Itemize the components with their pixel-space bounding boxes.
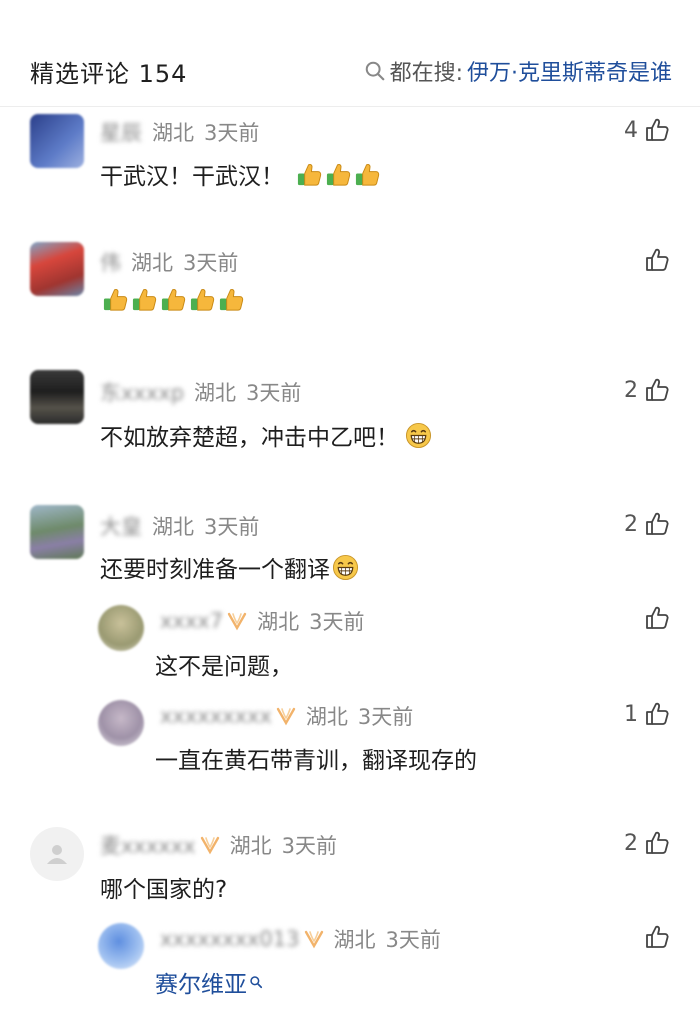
timestamp: 3天前 <box>183 251 239 275</box>
like-button[interactable]: 2 <box>624 377 670 403</box>
location: 湖北 <box>152 121 194 145</box>
username[interactable]: 星辰 <box>100 117 142 147</box>
thumbs-up-icon <box>644 377 670 403</box>
thumbs-up-icon <box>644 247 670 273</box>
thumbs-up-icon <box>644 511 670 537</box>
location: 湖北 <box>152 515 194 539</box>
comments-header: 精选评论 154 都在搜: 伊万·克里斯蒂奇是谁 <box>0 0 700 107</box>
vip-badge-icon <box>276 706 296 726</box>
thumbs-up-emoji-icon <box>325 161 352 188</box>
avatar[interactable] <box>30 827 84 881</box>
thumbs-up-emoji-icon <box>296 161 323 188</box>
timestamp: 3天前 <box>309 610 365 634</box>
comment-text: 还要时刻准备一个翻译 <box>100 557 330 583</box>
comment-item: 星辰 湖北 3天前 4 干武汉！干武汉！ <box>0 112 700 222</box>
thumbs-up-emoji-icon <box>102 286 129 313</box>
thumbs-up-icon <box>644 701 670 727</box>
vip-badge-icon <box>227 611 247 631</box>
thumbs-up-emoji-icon <box>354 161 381 188</box>
search-icon <box>365 61 384 81</box>
username[interactable]: xxxx7 <box>160 609 223 633</box>
thumbs-up-icon <box>644 924 670 950</box>
thumbs-up-emoji-icon <box>218 286 245 313</box>
like-button[interactable] <box>644 924 670 950</box>
like-count: 2 <box>624 377 638 403</box>
vip-badge-icon <box>304 929 324 949</box>
timestamp: 3天前 <box>204 121 260 145</box>
comment-item: 麦xxxxxx 湖北 3天前 2 哪个国家的? xxxxxxxx013 湖北 3… <box>0 825 700 1017</box>
avatar[interactable] <box>30 114 84 168</box>
timestamp: 3天前 <box>385 928 441 952</box>
thumbs-up-emoji-icon <box>160 286 187 313</box>
like-button[interactable] <box>644 247 670 273</box>
vip-badge-icon <box>200 835 220 855</box>
thumbs-up-emoji-icon <box>189 286 216 313</box>
timestamp: 3天前 <box>246 381 302 405</box>
comment-item: 伟 湖北 3天前 <box>0 240 700 340</box>
comment-text: 这不是问题， <box>155 654 293 680</box>
username[interactable]: 大皇 <box>100 511 142 541</box>
thumbs-up-icon <box>644 830 670 856</box>
like-button[interactable]: 4 <box>624 117 670 143</box>
trending-search[interactable]: 都在搜: 伊万·克里斯蒂奇是谁 <box>364 55 672 87</box>
like-count: 4 <box>624 117 638 143</box>
location: 湖北 <box>305 705 348 729</box>
like-button[interactable] <box>644 605 670 631</box>
avatar[interactable] <box>98 700 144 746</box>
search-keyword-link[interactable]: 赛尔维亚 <box>155 965 247 999</box>
timestamp: 3天前 <box>204 515 260 539</box>
thumbs-up-icon <box>644 605 670 631</box>
username[interactable]: xxxxxxxx013 <box>160 927 300 951</box>
search-label: 都在搜: <box>389 61 463 86</box>
comment-text: 一直在黄石带青训，翻译现存的 <box>155 748 477 774</box>
search-query-link[interactable]: 伊万·克里斯蒂奇是谁 <box>467 55 672 87</box>
thumbs-up-emoji-icon <box>131 286 158 313</box>
like-button[interactable]: 1 <box>624 701 670 727</box>
username[interactable]: 伟 <box>100 247 121 277</box>
comment-text: 不如放弃楚超，冲击中乙吧！ <box>100 425 399 451</box>
grin-emoji-icon <box>332 554 359 581</box>
thumbs-up-icon <box>644 117 670 143</box>
avatar[interactable] <box>30 505 84 559</box>
grin-emoji-icon <box>405 422 432 449</box>
username[interactable]: xxxxxxxxx <box>160 704 272 728</box>
location: 湖北 <box>131 251 173 275</box>
comment-item: 大皇 湖北 3天前 2 还要时刻准备一个翻译 xxxx7 湖北 3天前 这不是问… <box>0 505 700 795</box>
timestamp: 3天前 <box>281 834 337 858</box>
search-icon[interactable] <box>249 975 263 989</box>
location: 湖北 <box>257 610 300 634</box>
comment-text: 干武汉！干武汉！ <box>100 164 284 190</box>
timestamp: 3天前 <box>357 705 414 729</box>
comments-title: 精选评论 154 <box>30 60 188 88</box>
like-count: 1 <box>624 701 638 727</box>
default-user-icon <box>47 845 67 864</box>
comment-text: 哪个国家的? <box>100 877 228 903</box>
avatar[interactable] <box>98 605 144 651</box>
location: 湖北 <box>194 381 237 405</box>
avatar[interactable] <box>98 923 144 969</box>
like-count: 2 <box>624 511 638 537</box>
avatar[interactable] <box>30 242 84 296</box>
location: 湖北 <box>229 834 272 858</box>
like-button[interactable]: 2 <box>624 830 670 856</box>
username[interactable]: 东xxxxp <box>100 377 184 407</box>
location: 湖北 <box>333 928 376 952</box>
like-button[interactable]: 2 <box>624 511 670 537</box>
avatar[interactable] <box>30 370 84 424</box>
username[interactable]: 麦xxxxxx <box>100 830 196 860</box>
comment-item: 东xxxxp 湖北 3天前 2 不如放弃楚超，冲击中乙吧！ <box>0 370 700 470</box>
like-count: 2 <box>624 830 638 856</box>
